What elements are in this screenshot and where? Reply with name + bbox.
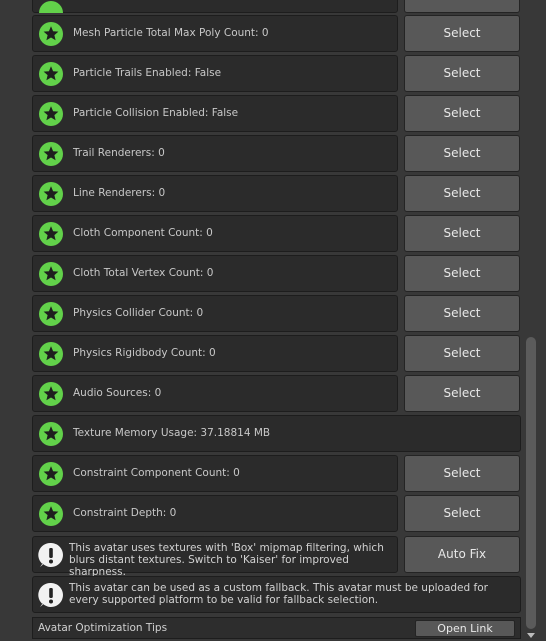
validation-row: Texture Memory Usage: 37.18814 MB [32, 415, 521, 452]
select-button[interactable]: Select [404, 455, 520, 492]
green-star-icon [39, 182, 63, 206]
select-button[interactable]: Select [404, 295, 520, 332]
select-button[interactable]: Select [404, 15, 520, 52]
green-star-icon [39, 302, 63, 326]
validation-label: Cloth Component Count: 0 [73, 227, 213, 239]
green-star-icon [39, 22, 63, 46]
select-button-partial[interactable] [404, 0, 520, 13]
open-link-button[interactable]: Open Link [415, 620, 515, 637]
validation-label: Texture Memory Usage: 37.18814 MB [73, 427, 271, 439]
validation-label: Mesh Particle Total Max Poly Count: 0 [73, 27, 269, 39]
validation-label: Particle Collision Enabled: False [73, 107, 239, 119]
select-button[interactable]: Select [404, 175, 520, 212]
validation-row-partial [32, 0, 398, 13]
validation-row: Constraint Depth: 0 [32, 495, 398, 532]
validation-row: Cloth Component Count: 0 [32, 215, 398, 252]
green-star-icon [39, 422, 63, 446]
validation-label: Constraint Component Count: 0 [73, 467, 240, 479]
select-button[interactable]: Select [404, 135, 520, 172]
validation-label: Audio Sources: 0 [73, 387, 162, 399]
validation-label: Constraint Depth: 0 [73, 507, 177, 519]
validation-row: Particle Collision Enabled: False [32, 95, 398, 132]
green-star-icon [39, 462, 63, 486]
green-star-icon [39, 142, 63, 166]
green-star-icon [39, 342, 63, 366]
warning-message: This avatar can be used as a custom fall… [69, 582, 488, 606]
validation-panel: Mesh Particle Total Max Poly Count: 0 Sel… [0, 0, 546, 641]
green-star-icon [39, 382, 63, 406]
select-button[interactable]: Select [404, 215, 520, 252]
auto-fix-button[interactable]: Auto Fix [404, 536, 520, 573]
validation-label: Line Renderers: 0 [73, 187, 166, 199]
validation-label: Physics Collider Count: 0 [73, 307, 204, 319]
warning-message: This avatar uses textures with 'Box' mip… [69, 542, 384, 578]
validation-row: Physics Collider Count: 0 [32, 295, 398, 332]
validation-row: Particle Trails Enabled: False [32, 55, 398, 92]
exclamation-icon [38, 582, 63, 607]
green-star-icon [39, 102, 63, 126]
validation-row: Trail Renderers: 0 [32, 135, 398, 172]
select-button[interactable]: Select [404, 255, 520, 292]
green-star-icon [39, 222, 63, 246]
validation-row: Cloth Total Vertex Count: 0 [32, 255, 398, 292]
validation-row: Line Renderers: 0 [32, 175, 398, 212]
green-star-icon [39, 1, 63, 13]
warning-row-fallback: This avatar can be used as a custom fall… [32, 576, 521, 613]
validation-row: Constraint Component Count: 0 [32, 455, 398, 492]
validation-row: Audio Sources: 0 [32, 375, 398, 412]
select-button[interactable]: Select [404, 375, 520, 412]
select-button[interactable]: Select [404, 95, 520, 132]
optimization-tips-title: Avatar Optimization Tips [38, 622, 168, 634]
validation-row: Physics Rigidbody Count: 0 [32, 335, 398, 372]
validation-label: Trail Renderers: 0 [73, 147, 165, 159]
scroll-down-arrow-icon[interactable] [526, 630, 536, 640]
validation-label: Particle Trails Enabled: False [73, 67, 222, 79]
warning-row-mipmap: This avatar uses textures with 'Box' mip… [32, 536, 398, 578]
green-star-icon [39, 262, 63, 286]
green-star-icon [39, 502, 63, 526]
select-button[interactable]: Select [404, 55, 520, 92]
optimization-tips-bar: Avatar Optimization Tips Open Link [32, 617, 521, 639]
select-button[interactable]: Select [404, 335, 520, 372]
green-star-icon [39, 62, 63, 86]
exclamation-icon [38, 542, 63, 567]
validation-row: Mesh Particle Total Max Poly Count: 0 [32, 15, 398, 52]
scrollbar-thumb[interactable] [526, 337, 536, 629]
select-button[interactable]: Select [404, 495, 520, 532]
validation-label: Physics Rigidbody Count: 0 [73, 347, 216, 359]
validation-label: Cloth Total Vertex Count: 0 [73, 267, 214, 279]
